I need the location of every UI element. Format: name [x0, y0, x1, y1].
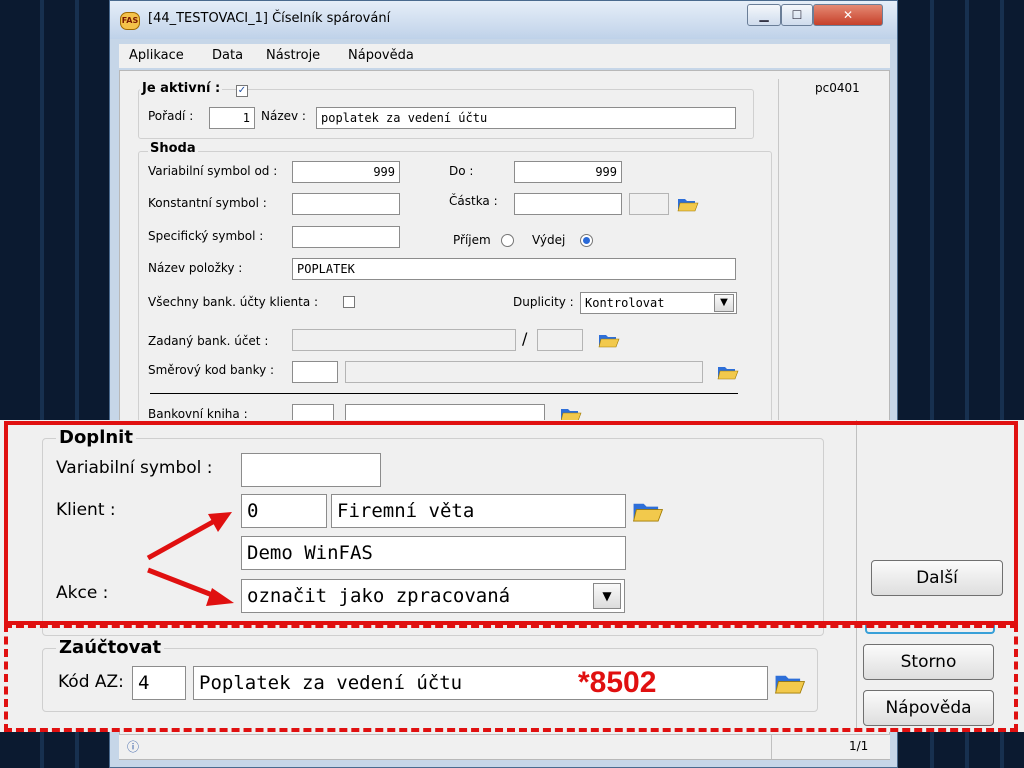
direction-code-input[interactable] — [292, 361, 338, 383]
menu-napoveda[interactable]: Nápověda — [348, 48, 414, 63]
zauctovat-title: Zaúčtovat — [56, 637, 165, 658]
all-accounts-label: Všechny bank. účty klienta : — [148, 295, 319, 309]
maximize-icon: ☐ — [791, 8, 803, 22]
to-label: Do : — [449, 164, 474, 178]
chevron-down-icon[interactable]: ▼ — [714, 294, 734, 312]
doplnit-var-input[interactable] — [241, 453, 381, 487]
action-select[interactable]: označit jako zpracovaná — [241, 579, 625, 613]
chevron-down-icon[interactable]: ▼ — [593, 583, 621, 609]
active-label: Je aktivní : — [140, 81, 223, 96]
folder-open-icon[interactable] — [632, 498, 664, 524]
client-name-input[interactable]: Firemní věta — [331, 494, 626, 528]
kod-az-label: Kód AZ: — [58, 672, 124, 692]
folder-open-icon[interactable] — [717, 363, 739, 381]
prijem-label: Příjem — [453, 233, 491, 247]
menu-aplikace[interactable]: Aplikace — [129, 48, 184, 63]
minimize-button[interactable]: ▁ — [747, 4, 781, 26]
status-bar: ⓘ 1/1 — [119, 734, 890, 759]
active-checkbox[interactable]: ✓ — [236, 85, 248, 97]
doplnit-var-label: Variabilní symbol : — [56, 458, 213, 478]
maximize-button[interactable]: ☐ — [781, 4, 813, 26]
divider — [778, 79, 779, 429]
polozka-input[interactable]: POPLATEK — [292, 258, 736, 280]
name-label: Název : — [261, 109, 306, 123]
close-icon: ✕ — [842, 8, 854, 22]
prijem-radio[interactable] — [501, 234, 514, 247]
help-button[interactable]: Nápověda — [863, 690, 994, 726]
window-title: [44_TESTOVACI_1] Číselník spárování — [148, 11, 391, 26]
page-indicator: 1/1 — [849, 739, 869, 753]
order-input[interactable]: 1 — [209, 107, 255, 129]
annotation-code: *8502 — [578, 666, 657, 699]
close-button[interactable]: ✕ — [813, 4, 883, 26]
next-button[interactable]: Další — [871, 560, 1003, 596]
status-divider — [771, 735, 772, 759]
bank-name-input[interactable] — [345, 361, 703, 383]
doplnit-title: Doplnit — [56, 427, 136, 448]
bank-account-label: Zadaný bank. účet : — [148, 334, 269, 348]
bank-code-label: Směrový kod banky : — [148, 363, 275, 377]
spec-input[interactable] — [292, 226, 400, 248]
shoda-title: Shoda — [148, 141, 198, 156]
vydej-label: Výdej — [532, 233, 566, 247]
order-label: Pořadí : — [148, 109, 194, 123]
folder-open-icon[interactable] — [677, 195, 699, 213]
castka-label: Částka : — [449, 194, 498, 208]
form-code: pc0401 — [815, 81, 860, 95]
folder-open-icon[interactable] — [598, 331, 620, 349]
annotation-arrows — [146, 512, 234, 606]
slash-separator: / — [522, 329, 528, 348]
app-icon: FAS — [120, 12, 140, 30]
konst-input[interactable] — [292, 193, 400, 215]
all-accounts-checkbox[interactable] — [343, 296, 355, 308]
polozka-label: Název položky : — [148, 261, 243, 275]
var-from-label: Variabilní symbol od : — [148, 164, 278, 178]
client-label: Klient : — [56, 500, 116, 520]
spec-label: Specifický symbol : — [148, 229, 264, 243]
focused-button-edge — [865, 622, 995, 634]
client-name2-input[interactable]: Demo WinFAS — [241, 536, 626, 570]
bank-account-input[interactable] — [292, 329, 516, 351]
castka-input[interactable] — [514, 193, 622, 215]
divider-line — [150, 393, 738, 394]
zoom-panel: Doplnit Variabilní symbol : Klient : 0 F… — [0, 420, 1024, 732]
minimize-icon: ▁ — [759, 8, 769, 22]
menu-bar: Aplikace Data Nástroje Nápověda — [119, 44, 890, 68]
vydej-radio[interactable] — [580, 234, 593, 247]
currency-input[interactable] — [629, 193, 669, 215]
bank-code-input[interactable] — [537, 329, 583, 351]
info-icon: ⓘ — [127, 740, 140, 754]
name-input[interactable]: poplatek za vedení účtu — [316, 107, 736, 129]
title-bar[interactable]: FAS [44_TESTOVACI_1] Číselník spárování … — [110, 1, 897, 39]
menu-nastroje[interactable]: Nástroje — [266, 48, 320, 63]
bank-book-label: Bankovní kniha : — [148, 407, 248, 421]
zoom-divider — [856, 420, 857, 732]
arrow-to-action — [147, 567, 221, 601]
menu-data[interactable]: Data — [212, 48, 243, 63]
client-code-input[interactable]: 0 — [241, 494, 327, 528]
kod-az-name-input[interactable]: Poplatek za vedení účtu — [193, 666, 768, 700]
cancel-button[interactable]: Storno — [863, 644, 994, 680]
action-label: Akce : — [56, 583, 109, 603]
arrow-to-client — [146, 515, 222, 561]
to-input[interactable]: 999 — [514, 161, 622, 183]
konst-label: Konstantní symbol : — [148, 196, 267, 210]
duplicity-label: Duplicity : — [513, 295, 574, 309]
kod-az-input[interactable]: 4 — [132, 666, 186, 700]
arrow-to-action-head — [206, 588, 234, 606]
folder-open-icon[interactable] — [774, 670, 806, 696]
var-from-input[interactable]: 999 — [292, 161, 400, 183]
